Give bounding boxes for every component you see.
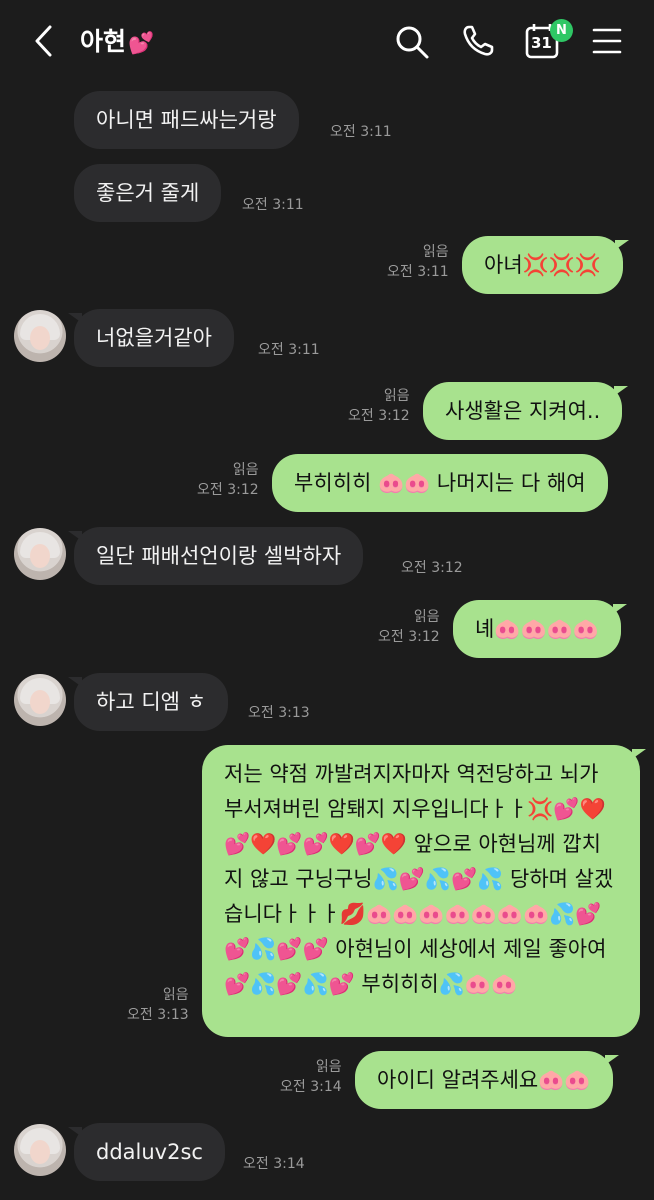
chat-header: 아현💕 31 N (0, 0, 654, 82)
message-text: 아니면 패드싸는거랑 (96, 108, 277, 132)
avatar[interactable] (14, 310, 66, 362)
read-receipt: 읽음 (422, 244, 449, 260)
message-time: 오전 3:13 (248, 705, 310, 721)
calendar-day: 31 (531, 34, 552, 52)
message-meta: 오전 3:14 (243, 1154, 305, 1174)
message-meta: 읽음 오전 3:12 (348, 386, 410, 426)
message-text: 저는 약점 까발려지자마자 역전당하고 뇌가 부서져버린 암퇘지 지우입니다ㅏㅏ… (224, 762, 614, 996)
read-receipt: 읽음 (383, 388, 410, 404)
avatar[interactable] (14, 1124, 66, 1176)
chat-title[interactable]: 아현💕 (80, 22, 154, 58)
message-bubble[interactable]: 녜🐽🐽🐽🐽 (453, 600, 627, 658)
message-text: 사생활은 지켜여.. (445, 399, 601, 423)
message-time: 오전 3:12 (348, 408, 410, 424)
message-bubble[interactable]: 아니면 패드싸는거랑 (74, 91, 299, 149)
read-receipt: 읽음 (315, 1059, 342, 1075)
read-receipt: 읽음 (232, 462, 259, 478)
message-bubble[interactable]: 아녀💢💢💢 (462, 236, 630, 294)
message-bubble[interactable]: 저는 약점 까발려지자마자 역전당하고 뇌가 부서져버린 암퇘지 지우입니다ㅏㅏ… (202, 745, 646, 1037)
message-time: 오전 3:14 (280, 1079, 342, 1095)
message-text: 부히히히 🐽🐽 나머지는 다 해여 (294, 471, 586, 495)
message-bubble[interactable]: 좋은거 줄게 (74, 164, 222, 222)
message-time: 오전 3:11 (330, 124, 392, 140)
read-receipt: 읽음 (413, 609, 440, 625)
message-text: 좋은거 줄게 (96, 181, 200, 205)
message-meta: 오전 3:12 (401, 558, 463, 578)
message-time: 오전 3:12 (197, 482, 259, 498)
message-meta: 읽음 오전 3:14 (280, 1057, 342, 1097)
message-text: 아녀💢💢💢 (484, 253, 602, 277)
message-text: 아이디 알려주세요🐽🐽 (377, 1068, 591, 1092)
phone-icon[interactable] (461, 24, 495, 58)
avatar[interactable] (14, 528, 66, 580)
message-bubble[interactable]: 부히히히 🐽🐽 나머지는 다 해여 (272, 454, 608, 512)
message-text: 하고 디엠 ㅎ (96, 690, 206, 714)
message-list[interactable]: 아니면 패드싸는거랑 오전 3:11 좋은거 줄게 오전 3:11 읽음 오전 … (0, 82, 654, 1200)
contact-name: 아현 (80, 27, 127, 56)
search-icon[interactable] (394, 24, 430, 60)
heart-icon: 💕 (128, 31, 155, 55)
message-meta: 읽음 오전 3:12 (378, 607, 440, 647)
message-time: 오전 3:12 (378, 629, 440, 645)
menu-icon[interactable] (592, 27, 622, 55)
message-time: 오전 3:11 (387, 264, 449, 280)
message-meta: 오전 3:11 (242, 195, 304, 215)
message-time: 오전 3:11 (258, 342, 320, 358)
message-bubble[interactable]: 일단 패배선언이랑 셀박하자 (67, 527, 364, 585)
message-meta: 읽음 오전 3:13 (127, 985, 189, 1025)
message-bubble[interactable]: 하고 디엠 ㅎ (68, 673, 228, 731)
message-time: 오전 3:14 (243, 1156, 305, 1172)
message-bubble[interactable]: 아이디 알려주세요🐽🐽 (355, 1051, 619, 1109)
message-meta: 읽음 오전 3:12 (197, 460, 259, 500)
message-meta: 오전 3:13 (248, 703, 310, 723)
message-text: 녜🐽🐽🐽🐽 (475, 617, 599, 641)
message-meta: 오전 3:11 (330, 122, 392, 142)
message-bubble[interactable]: ddaluv2sc (68, 1123, 225, 1181)
message-meta: 읽음 오전 3:11 (387, 242, 449, 282)
message-bubble[interactable]: 사생활은 지켜여.. (423, 382, 629, 440)
message-text: 일단 패배선언이랑 셀박하자 (96, 544, 342, 568)
message-meta: 오전 3:11 (258, 340, 320, 360)
message-text: ddaluv2sc (96, 1140, 203, 1164)
message-time: 오전 3:13 (127, 1007, 189, 1023)
avatar[interactable] (14, 674, 66, 726)
chevron-left-icon[interactable] (30, 24, 56, 58)
read-receipt: 읽음 (162, 987, 189, 1003)
message-time: 오전 3:12 (401, 560, 463, 576)
new-badge: N (550, 19, 573, 42)
message-text: 너없을거같아 (96, 326, 212, 350)
message-time: 오전 3:11 (242, 197, 304, 213)
message-bubble[interactable]: 너없을거같아 (68, 309, 234, 367)
